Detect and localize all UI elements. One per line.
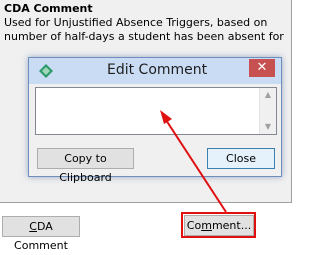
edit-comment-dialog: Edit Comment ✕ ▲ ▼ Copy to Clipboard Clo… — [28, 57, 282, 184]
close-button[interactable]: Close — [207, 148, 275, 169]
field-title: CDA Comment — [4, 2, 93, 15]
copy-to-clipboard-button[interactable]: Copy to Clipboard — [37, 148, 134, 184]
app-diamond-icon — [39, 64, 53, 78]
scroll-up-icon[interactable]: ▲ — [260, 89, 276, 101]
dialog-title: Edit Comment — [107, 62, 208, 78]
scroll-down-icon[interactable]: ▼ — [260, 121, 276, 133]
cda-button-mnemonic: C — [29, 220, 37, 233]
dialog-titlebar[interactable]: Edit Comment ✕ — [29, 58, 281, 84]
cda-comment-button[interactable]: CDA Comment — [2, 216, 80, 252]
cda-button-label: DA Comment — [14, 220, 68, 252]
close-icon[interactable]: ✕ — [249, 59, 275, 77]
vertical-scrollbar[interactable]: ▲ ▼ — [259, 88, 276, 134]
field-description: Used for Unjustified Absence Triggers, b… — [4, 16, 284, 43]
comment-textarea[interactable]: ▲ ▼ — [35, 87, 277, 135]
annotation-highlight-box — [181, 212, 256, 238]
